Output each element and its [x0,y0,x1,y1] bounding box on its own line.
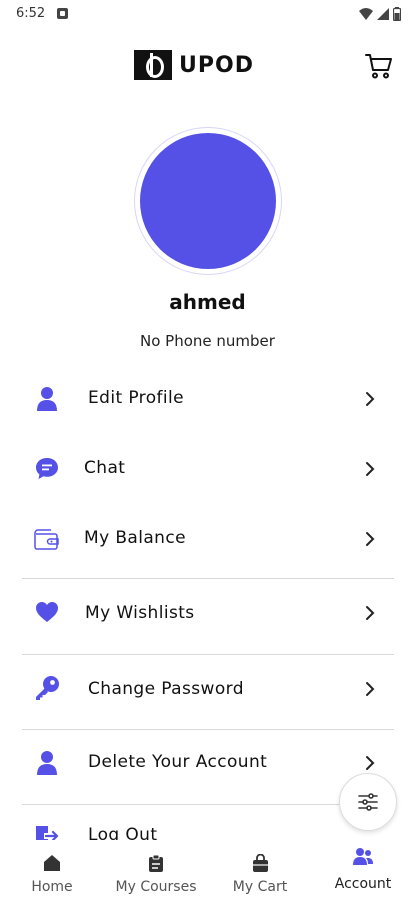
status-time: 6:52 [16,6,46,21]
battery-icon [393,7,401,21]
logo-mark-icon [134,50,172,80]
filter-button[interactable] [339,773,397,831]
chat-icon [34,456,60,482]
nav-item-home[interactable]: Home [22,840,82,900]
menu-item-log-out[interactable]: Log Out [22,805,394,846]
home-icon [41,852,63,874]
bag-icon [249,852,271,874]
person-icon [34,750,60,776]
nav-label: Home [31,879,73,895]
chevron-right-icon [362,461,378,477]
nav-item-account[interactable]: Account [324,840,402,900]
wifi-icon [359,8,373,20]
menu-item-label: Change Password [88,679,244,699]
sliders-icon [358,793,378,811]
app-header: UPOD [0,40,415,96]
wallet-icon [34,526,60,552]
chevron-right-icon [362,391,378,407]
status-indicators [359,6,401,22]
signal-icon [377,8,389,20]
chevron-right-icon [362,681,378,697]
menu-item-label: My Wishlists [85,603,195,623]
notification-icon [57,8,68,19]
nav-item-my-cart[interactable]: My Cart [224,840,296,900]
user-name: ahmed [169,290,246,314]
cart-button[interactable] [363,50,395,82]
chevron-right-icon [362,605,378,621]
menu-item-delete-account[interactable]: Delete Your Account [22,730,394,804]
clipboard-icon [145,852,167,874]
nav-label: My Cart [232,879,288,895]
menu-item-label: Delete Your Account [88,752,268,772]
upod-logo: UPOD [134,50,254,80]
menu-item-label: My Balance [84,528,186,548]
key-icon [34,675,60,701]
bottom-navigation: Home My Courses My Cart Account [0,840,415,900]
avatar-ring [134,127,282,275]
status-bar: 6:52 [0,0,415,30]
menu-item-change-password[interactable]: Change Password [22,655,394,729]
person-icon [34,386,60,412]
menu-item-my-wishlists[interactable]: My Wishlists [22,579,394,653]
chevron-right-icon [362,755,378,771]
menu-item-label: Chat [84,458,126,478]
nav-item-my-courses[interactable]: My Courses [108,840,204,900]
menu-item-label: Edit Profile [88,388,184,408]
heart-icon [34,599,60,625]
menu-item-chat[interactable]: Chat [22,434,394,504]
menu-item-edit-profile[interactable]: Edit Profile [22,364,394,434]
user-phone: No Phone number [140,332,275,350]
logo-text: UPOD [179,52,254,78]
avatar[interactable] [140,133,276,269]
chevron-right-icon [362,531,378,547]
people-icon [352,846,374,868]
menu-item-my-balance[interactable]: My Balance [22,504,394,578]
nav-label: My Courses [115,879,197,895]
nav-label: Account [334,876,392,892]
cart-icon [365,54,392,79]
